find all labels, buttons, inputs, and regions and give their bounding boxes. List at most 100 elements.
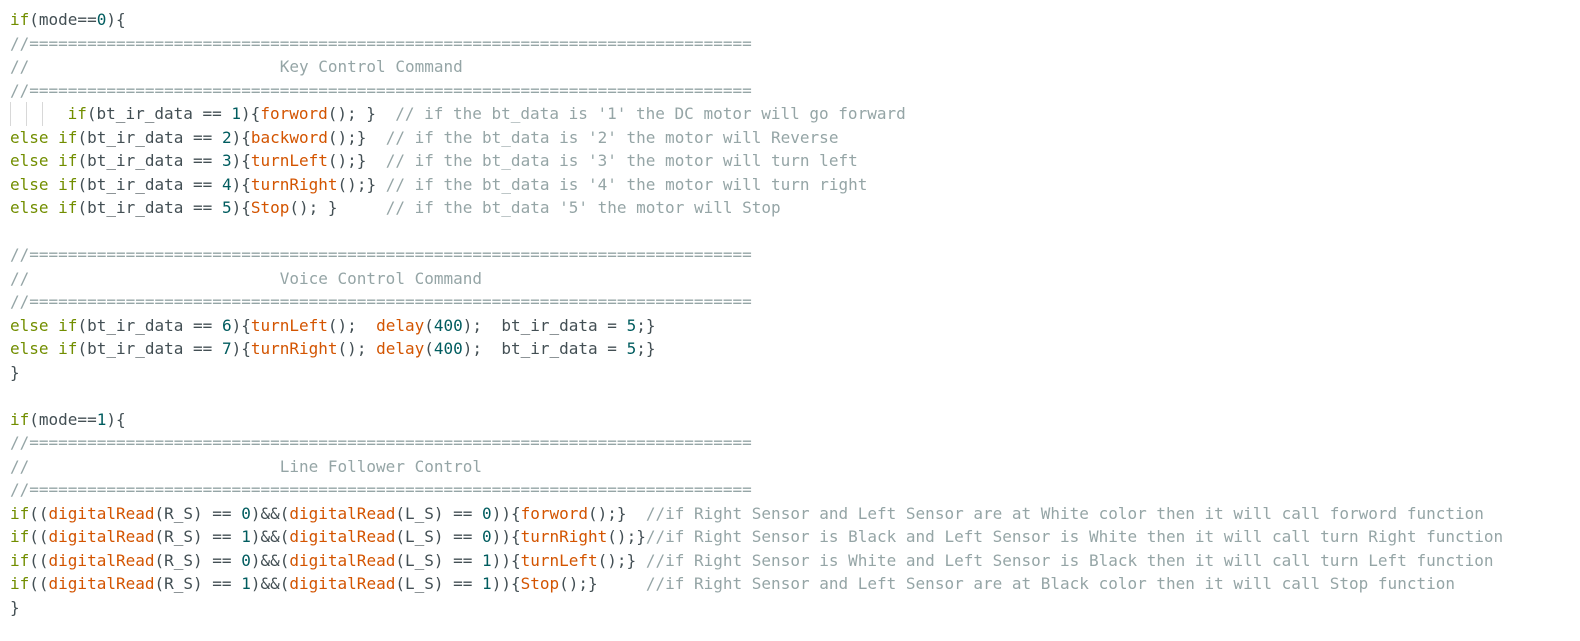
function-token: digitalRead [289, 574, 396, 593]
code-token: (); } [327, 104, 396, 123]
code-token: ){ [106, 10, 126, 29]
code-token: (( [29, 574, 49, 593]
number-token: 0 [241, 550, 251, 570]
code-token: (); [337, 339, 377, 358]
keyword-token: if [10, 10, 30, 29]
code-token: )){ [491, 550, 521, 570]
code-line[interactable]: else if(bt_ir_data == 3){turnLeft();} //… [10, 149, 1580, 173]
code-line[interactable]: if(bt_ir_data == 1){forword(); } // if t… [10, 102, 1580, 126]
number-token: 0 [482, 503, 492, 523]
code-token: } [10, 597, 20, 617]
code-token: ){ [231, 198, 251, 217]
code-line[interactable]: //======================================… [10, 431, 1580, 455]
code-line[interactable]: else if(bt_ir_data == 5){Stop(); } // if… [10, 196, 1580, 220]
indent-guide [42, 102, 58, 126]
number-token: 400 [433, 339, 463, 358]
code-line[interactable]: //======================================… [10, 79, 1580, 103]
comment-token: //======================================… [10, 245, 752, 264]
code-token: )&&( [250, 574, 290, 593]
comment-token: //if Right Sensor and Left Sensor are at… [645, 503, 1484, 523]
function-token: digitalRead [48, 550, 155, 570]
code-line[interactable]: //======================================… [10, 243, 1580, 267]
comment-token: //if Right Sensor and Left Sensor are at… [645, 574, 1455, 593]
comment-token: // Key Control Command [10, 57, 463, 76]
function-token: digitalRead [48, 527, 155, 546]
comment-token: //======================================… [10, 433, 752, 452]
code-token: ){ [231, 339, 251, 358]
code-token: (mode== [29, 409, 97, 429]
number-token: 3 [221, 151, 232, 170]
function-token: forword [520, 503, 589, 523]
code-line[interactable]: } [10, 596, 1580, 620]
comment-token: // Line Follower Control [10, 456, 483, 476]
code-token: (mode== [29, 10, 97, 29]
code-token: ( [424, 315, 434, 335]
keyword-token: if [10, 574, 30, 593]
code-line[interactable]: if(mode==0){ [10, 8, 1580, 32]
code-token: (bt_ir_data == [77, 339, 222, 358]
code-line[interactable]: //======================================… [10, 32, 1580, 56]
code-token: ){ [231, 151, 251, 170]
code-line[interactable]: else if(bt_ir_data == 7){turnRight(); de… [10, 337, 1580, 361]
number-token: 5 [221, 198, 232, 217]
code-line[interactable]: else if(bt_ir_data == 2){backword();} //… [10, 126, 1580, 150]
keyword-token: else if [10, 127, 78, 147]
code-line[interactable]: if((digitalRead(R_S) == 0)&&(digitalRead… [10, 549, 1580, 573]
code-token: ();} [607, 527, 646, 546]
number-token: 1 [241, 527, 251, 546]
code-line[interactable]: //======================================… [10, 290, 1580, 314]
function-token: backword [250, 127, 328, 147]
keyword-token: else if [10, 339, 78, 358]
function-token: turnLeft [250, 151, 328, 170]
code-line[interactable]: // Line Follower Control [10, 455, 1580, 479]
code-editor[interactable]: if(mode==0){//==========================… [0, 0, 1580, 641]
code-token: ();} [588, 503, 646, 523]
number-token: 1 [482, 550, 492, 570]
code-line[interactable]: if((digitalRead(R_S) == 1)&&(digitalRead… [10, 525, 1580, 549]
comment-token: //if Right Sensor is White and Left Sens… [645, 550, 1494, 570]
code-token: (bt_ir_data == [77, 151, 222, 170]
code-line[interactable]: if((digitalRead(R_S) == 1)&&(digitalRead… [10, 572, 1580, 596]
code-line[interactable]: else if(bt_ir_data == 4){turnRight();} /… [10, 173, 1580, 197]
code-line[interactable]: if((digitalRead(R_S) == 0)&&(digitalRead… [10, 502, 1580, 526]
function-token: Stop [520, 574, 560, 593]
code-line[interactable]: // Key Control Command [10, 55, 1580, 79]
code-token: (bt_ir_data == [77, 198, 222, 217]
keyword-token: else if [10, 174, 78, 194]
code-line[interactable] [10, 220, 1580, 244]
indent-guide [26, 102, 42, 126]
comment-token: //======================================… [10, 80, 752, 100]
code-line[interactable]: if(mode==1){ [10, 408, 1580, 432]
code-line[interactable]: //======================================… [10, 478, 1580, 502]
code-token: ){ [231, 127, 251, 147]
code-token: (L_S) == [395, 574, 483, 593]
code-token: ){ [231, 174, 251, 194]
code-token: (bt_ir_data == [77, 315, 222, 335]
function-token: turnLeft [520, 550, 598, 570]
function-token: digitalRead [48, 574, 155, 593]
number-token: 1 [231, 104, 242, 123]
comment-token: // Voice Control Command [10, 268, 483, 288]
function-token: turnRight [250, 339, 338, 358]
code-line[interactable]: } [10, 361, 1580, 385]
code-token: )&&( [250, 550, 290, 570]
number-token: 400 [433, 315, 463, 335]
number-token: 0 [482, 527, 492, 546]
code-token: (L_S) == [395, 527, 483, 546]
code-token: (L_S) == [395, 550, 483, 570]
code-line[interactable]: // Voice Control Command [10, 267, 1580, 291]
comment-token: //======================================… [10, 480, 752, 499]
code-token: (bt_ir_data == [86, 104, 232, 123]
code-line[interactable]: else if(bt_ir_data == 6){turnLeft(); del… [10, 314, 1580, 338]
number-token: 0 [96, 10, 107, 29]
code-token: (R_S) == [154, 574, 242, 593]
function-token: digitalRead [48, 503, 155, 523]
function-token: turnRight [250, 174, 338, 194]
function-token: digitalRead [289, 503, 396, 523]
code-line[interactable] [10, 384, 1580, 408]
function-token: delay [376, 315, 425, 335]
keyword-token: if [10, 550, 30, 570]
function-token: turnLeft [250, 315, 328, 335]
number-token: 2 [221, 127, 232, 147]
